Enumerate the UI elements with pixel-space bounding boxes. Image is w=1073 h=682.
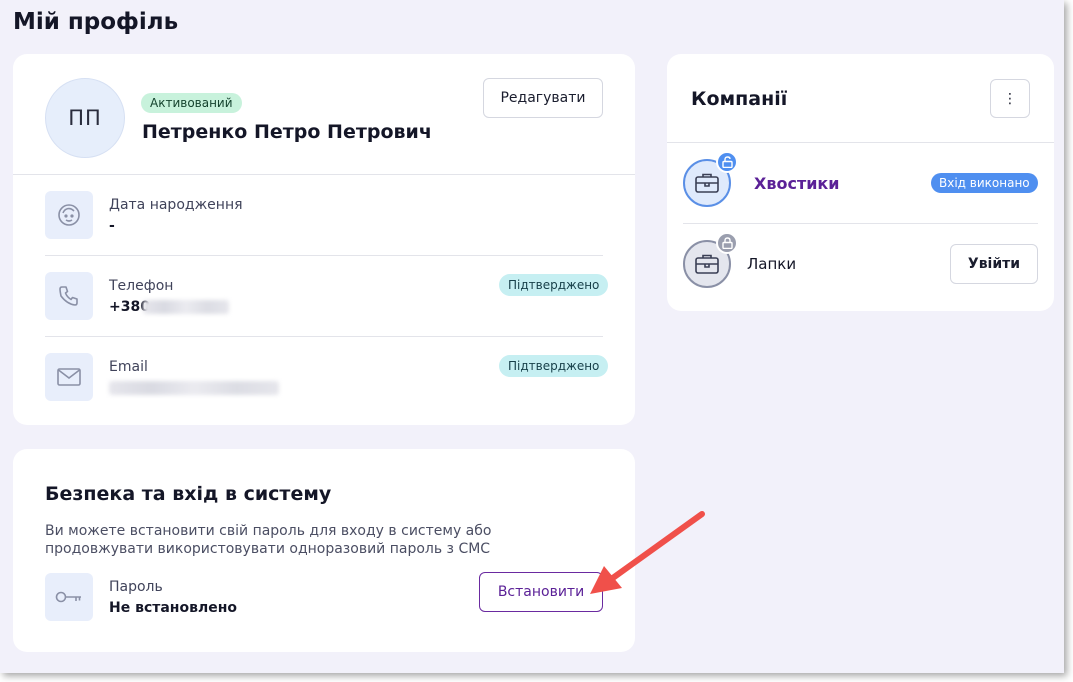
login-button[interactable]: Увійти [950, 244, 1038, 284]
face-icon [45, 191, 93, 239]
lock-closed-icon [716, 232, 738, 254]
profile-divider [13, 174, 635, 175]
security-title: Безпека та вхід в систему [45, 483, 332, 505]
app-window: Мій профіль ПП Активований Петренко Петр… [0, 0, 1064, 673]
status-badge: Активований [141, 93, 242, 113]
row-divider [45, 255, 603, 256]
password-value: Не встановлено [109, 600, 237, 616]
profile-name: Петренко Петро Петрович [142, 121, 432, 143]
birth-date-label: Дата народження [109, 197, 243, 213]
company-divider [683, 223, 1038, 224]
company-name-active[interactable]: Хвостики [754, 174, 840, 193]
annotation-arrow-icon [590, 511, 705, 594]
mail-icon [45, 353, 93, 401]
email-blurred [109, 381, 279, 395]
companies-card: Компанії ⋮ Хвостики Вхід виконано Лапки … [667, 54, 1054, 311]
profile-card: ПП Активований Петренко Петро Петрович Р… [13, 54, 635, 425]
more-vertical-icon[interactable]: ⋮ [990, 79, 1030, 118]
page-title: Мій профіль [13, 9, 179, 35]
companies-title: Компанії [691, 88, 788, 110]
edit-button[interactable]: Редагувати [483, 78, 603, 118]
email-confirmed-badge: Підтверджено [499, 355, 609, 377]
avatar: ПП [45, 78, 125, 158]
phone-confirmed-badge: Підтверджено [499, 274, 609, 296]
password-label: Пароль [109, 579, 163, 595]
logged-in-badge: Вхід виконано [931, 173, 1038, 193]
key-icon [45, 573, 93, 621]
row-divider [45, 336, 603, 337]
company-name: Лапки [747, 255, 797, 273]
companies-divider [667, 142, 1054, 143]
phone-blurred [143, 300, 229, 314]
security-card: Безпека та вхід в систему Ви можете вста… [13, 449, 635, 652]
security-description: Ви можете встановити свій пароль для вхо… [45, 523, 492, 557]
lock-open-icon [716, 151, 738, 173]
birth-date-value: - [109, 218, 115, 234]
phone-icon [45, 272, 93, 320]
phone-label: Телефон [109, 278, 174, 294]
email-label: Email [109, 359, 148, 375]
